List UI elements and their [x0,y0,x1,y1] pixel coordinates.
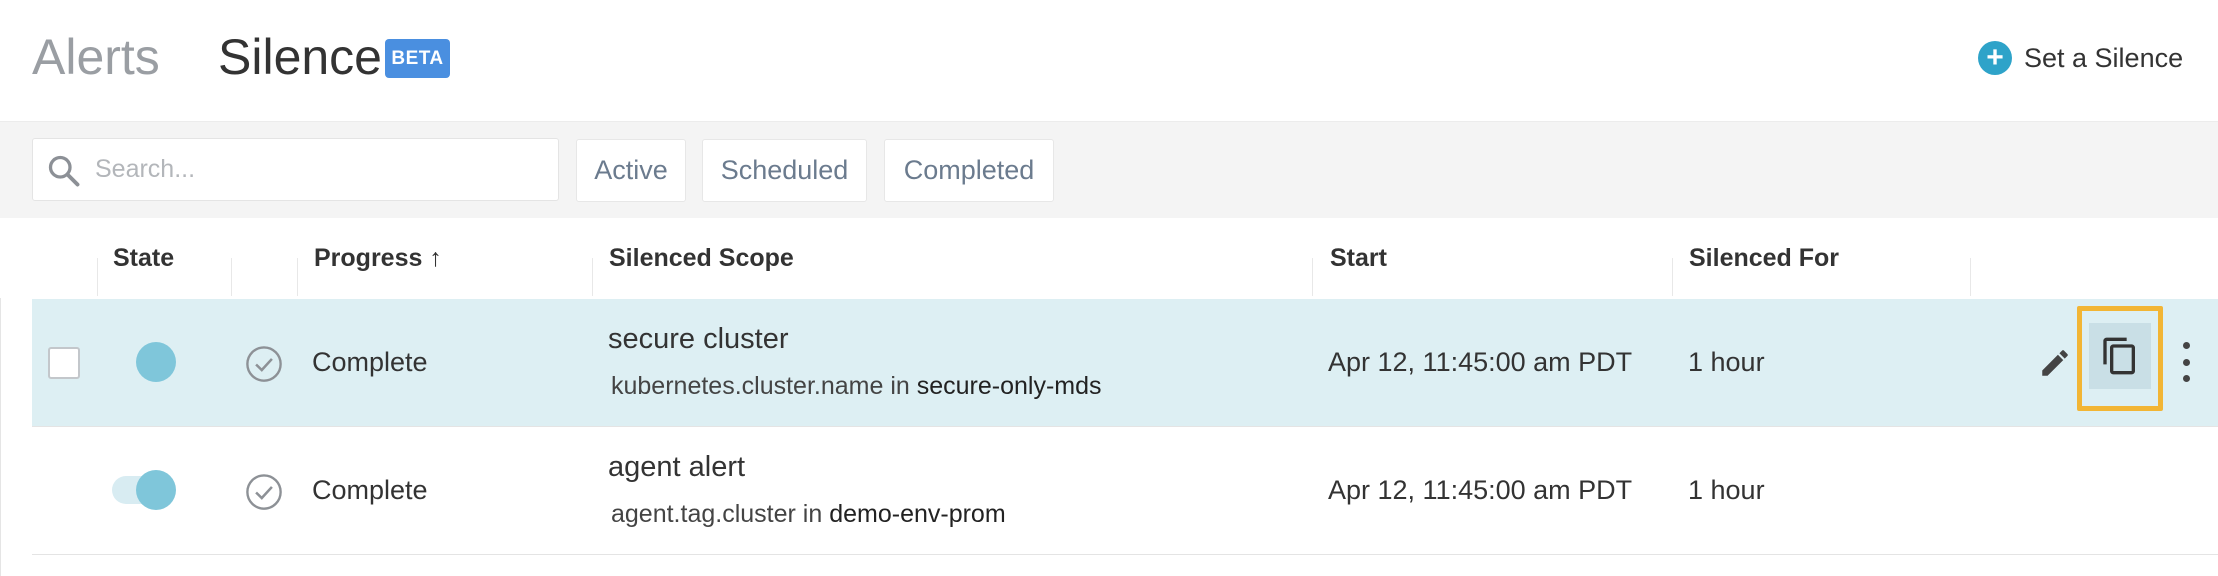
column-header-start[interactable]: Start [1330,244,1387,273]
page-header: Alerts Silence BETA + Set a Silence [0,0,2218,121]
filter-active-button[interactable]: Active [576,139,686,202]
state-toggle[interactable] [136,342,176,382]
search-icon [48,155,80,187]
set-silence-label: Set a Silence [2024,42,2184,73]
filter-toolbar: Active Scheduled Completed [0,121,2218,218]
scope-title: secure cluster [608,323,789,355]
scope-title: agent alert [608,451,746,483]
column-header-silenced-for[interactable]: Silenced For [1689,244,1839,273]
table-row[interactable]: Complete secure cluster kubernetes.clust… [32,299,2218,427]
column-divider [231,258,232,296]
column-divider [297,258,298,296]
state-toggle[interactable] [136,470,176,510]
beta-badge: BETA [385,39,450,78]
start-time: Apr 12, 11:45:00 am PDT [1328,347,1633,377]
table-row[interactable]: Complete agent alert agent.tag.cluster i… [32,427,2218,555]
table-header: State Progress ↑ Silenced Scope Start Si… [0,218,2218,298]
column-divider [1672,258,1673,296]
progress-status: Complete [312,475,428,505]
scope-value: demo-env-prom [829,500,1006,528]
column-divider [1970,258,1971,296]
silenced-duration: 1 hour [1688,347,1765,377]
scope-value: secure-only-mds [916,372,1102,400]
scope-key: kubernetes.cluster.name in [611,372,910,400]
plus-circle-icon: + [1978,41,2012,75]
column-divider [1312,258,1313,296]
scope-detail: agent.tag.cluster in demo-env-prom [611,500,1006,529]
column-header-state[interactable]: State [113,244,174,273]
start-time: Apr 12, 11:45:00 am PDT [1328,475,1633,505]
column-header-progress[interactable]: Progress ↑ [314,244,442,273]
scope-key: agent.tag.cluster in [611,500,823,528]
filter-scheduled-button[interactable]: Scheduled [702,139,867,202]
column-divider [592,258,593,296]
progress-status: Complete [312,347,428,377]
set-silence-button[interactable]: + Set a Silence [1978,40,2183,76]
column-header-scope[interactable]: Silenced Scope [609,244,794,273]
duplicate-button[interactable] [2089,323,2151,389]
more-vertical-icon[interactable] [2180,342,2192,382]
copy-icon [2103,337,2135,375]
row-checkbox[interactable] [48,347,80,379]
scope-detail: kubernetes.cluster.name in secure-only-m… [611,372,1102,401]
check-circle-icon [246,474,282,510]
tab-silence[interactable]: Silence [218,28,382,86]
filter-completed-button[interactable]: Completed [884,139,1054,202]
silenced-duration: 1 hour [1688,475,1765,505]
tab-alerts[interactable]: Alerts [32,28,160,86]
check-circle-icon [246,346,282,382]
edit-icon[interactable] [2038,346,2072,380]
search-box [32,138,559,201]
search-input[interactable] [95,139,545,200]
column-divider [97,258,98,296]
copy-highlight-frame [2077,306,2163,411]
